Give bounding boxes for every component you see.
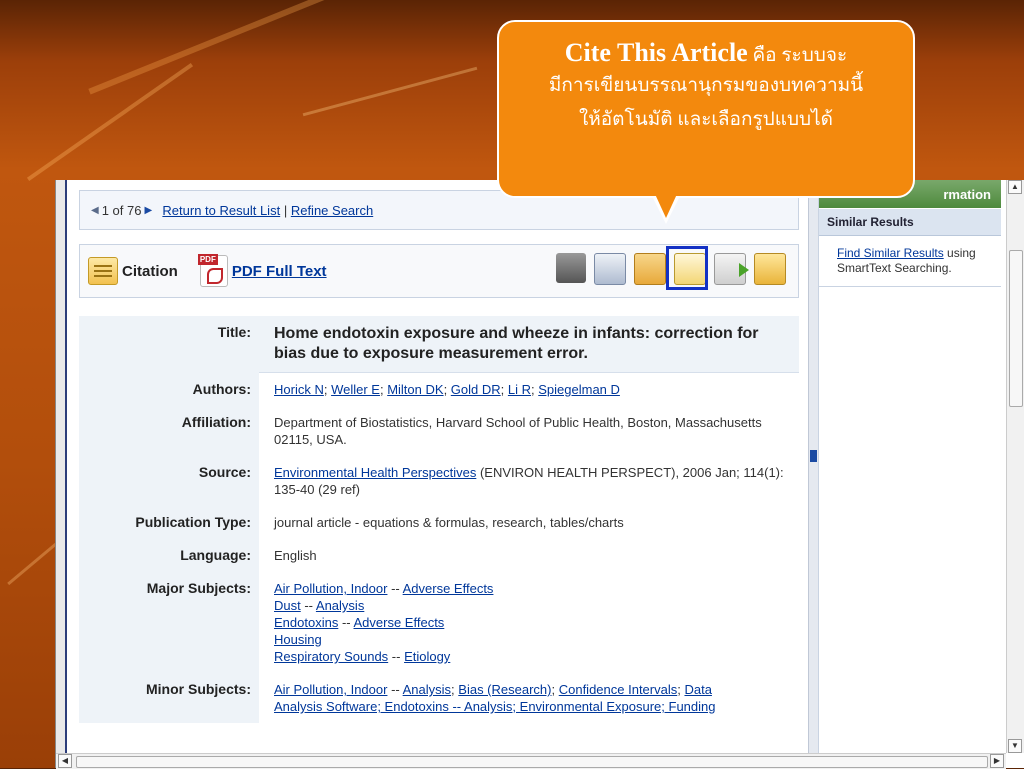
language-row: Language: English xyxy=(79,539,799,572)
print-icon[interactable] xyxy=(556,253,586,283)
affiliation-value: Department of Biostatistics, Harvard Sch… xyxy=(274,415,762,447)
right-panel: rmation Similar Results Find Similar Res… xyxy=(818,180,1001,753)
find-similar-results-link[interactable]: Find Similar Results xyxy=(837,246,944,260)
author-link[interactable]: Li R xyxy=(508,382,531,397)
subject-link[interactable]: Data xyxy=(684,682,711,697)
subject-link[interactable]: Analysis xyxy=(403,682,451,697)
decor-streak xyxy=(302,66,478,117)
subject-link[interactable]: Bias (Research) xyxy=(458,682,551,697)
subject-link[interactable]: Endotoxins xyxy=(274,615,338,630)
callout-heading: Cite This Article xyxy=(564,38,748,67)
source-row: Source: Environmental Health Perspective… xyxy=(79,456,799,506)
author-link[interactable]: Weller E xyxy=(331,382,380,397)
subject-link[interactable]: Air Pollution, Indoor xyxy=(274,682,387,697)
cite-callout: Cite This Article คือ ระบบจะ มีการเขียนบ… xyxy=(497,20,915,198)
record-toolbar: Citation PDF Full Text xyxy=(79,244,799,298)
email-icon[interactable] xyxy=(594,253,626,285)
record-content: ◀ 1 of 76 ▶ Return to Result List | Refi… xyxy=(79,190,799,753)
field-label: Minor Subjects: xyxy=(79,673,259,723)
left-frame-strip xyxy=(56,180,67,753)
field-label: Title: xyxy=(79,316,259,373)
journal-link[interactable]: Environmental Health Perspectives xyxy=(274,465,476,480)
pdf-icon xyxy=(197,254,228,287)
field-label: Major Subjects: xyxy=(79,572,259,673)
export-icon[interactable] xyxy=(714,253,749,285)
pdf-full-text[interactable]: PDF Full Text xyxy=(197,254,327,287)
publication-type-row: Publication Type: journal article - equa… xyxy=(79,506,799,539)
affiliation-row: Affiliation: Department of Biostatistics… xyxy=(79,406,799,456)
scroll-left-icon[interactable]: ◀ xyxy=(58,754,72,768)
save-icon[interactable] xyxy=(634,253,666,285)
minor-subjects-value: Air Pollution, Indoor -- Analysis; Bias … xyxy=(274,682,716,714)
decor-streak xyxy=(88,0,332,95)
publication-type-value: journal article - equations & formulas, … xyxy=(274,515,624,530)
nav-separator: | xyxy=(283,202,288,218)
cite-highlight-box xyxy=(666,246,708,290)
source-value: Environmental Health Perspectives (ENVIR… xyxy=(259,456,799,506)
title-row: Title: Home endotoxin exposure and wheez… xyxy=(79,316,799,373)
citation-tab[interactable]: Citation xyxy=(88,257,192,285)
author-link[interactable]: Horick N xyxy=(274,382,324,397)
browser-screenshot: ◀ 1 of 76 ▶ Return to Result List | Refi… xyxy=(55,180,1024,769)
hscroll-thumb[interactable] xyxy=(76,756,988,768)
refine-search-link[interactable]: Refine Search xyxy=(291,203,373,218)
subject-link[interactable]: Housing xyxy=(274,632,322,647)
field-label: Authors: xyxy=(79,373,259,406)
citation-label: Citation xyxy=(122,262,178,280)
horizontal-scrollbar[interactable]: ◀ ▶ xyxy=(56,753,1006,769)
field-label: Publication Type: xyxy=(79,506,259,539)
subject-link[interactable]: Respiratory Sounds xyxy=(274,649,388,664)
scroll-right-icon[interactable]: ▶ xyxy=(990,754,1004,768)
major-subjects-value: Air Pollution, Indoor -- Adverse Effects… xyxy=(274,581,494,664)
callout-line1-rest: คือ ระบบจะ xyxy=(752,45,848,66)
vertical-scrollbar[interactable]: ▲ ▼ xyxy=(1006,180,1024,753)
author-link[interactable]: Spiegelman D xyxy=(538,382,620,397)
record-details: Title: Home endotoxin exposure and wheez… xyxy=(79,316,799,723)
subject-link[interactable]: Analysis xyxy=(316,598,364,613)
result-position: 1 of 76 xyxy=(101,202,142,218)
authors-row: Authors: Horick N; Weller E; Milton DK; … xyxy=(79,373,799,406)
subject-link[interactable]: Confidence Intervals xyxy=(559,682,678,697)
similar-results-heading: Similar Results xyxy=(819,208,1001,236)
field-label: Source: xyxy=(79,456,259,506)
scroll-up-icon[interactable]: ▲ xyxy=(1008,180,1022,194)
subject-link[interactable]: Dust xyxy=(274,598,301,613)
major-subjects-row: Major Subjects: Air Pollution, Indoor --… xyxy=(79,572,799,673)
next-arrow-icon[interactable]: ▶ xyxy=(144,205,152,216)
language-value: English xyxy=(274,548,317,563)
callout-line2: มีการเขียนบรรณานุกรมของบทความนี้ xyxy=(548,75,864,96)
authors-value: Horick N; Weller E; Milton DK; Gold DR; … xyxy=(274,382,620,397)
scroll-down-icon[interactable]: ▼ xyxy=(1008,739,1022,753)
field-label: Affiliation: xyxy=(79,406,259,456)
collapse-arrow-icon[interactable] xyxy=(810,450,817,462)
field-label: Language: xyxy=(79,539,259,572)
minor-subjects-row: Minor Subjects: Air Pollution, Indoor --… xyxy=(79,673,799,723)
prev-arrow-icon[interactable]: ◀ xyxy=(91,205,99,216)
folder-icon[interactable] xyxy=(754,253,786,285)
citation-icon xyxy=(88,257,118,285)
subject-link[interactable]: Etiology xyxy=(404,649,450,664)
subject-link[interactable]: Air Pollution, Indoor xyxy=(274,581,387,596)
subject-link[interactable]: Adverse Effects xyxy=(354,615,445,630)
scroll-thumb[interactable] xyxy=(1009,250,1023,407)
return-to-result-list-link[interactable]: Return to Result List xyxy=(162,203,280,218)
subject-link[interactable]: Adverse Effects xyxy=(403,581,494,596)
panel-splitter[interactable] xyxy=(808,180,818,753)
similar-results-body: Find Similar Results using SmartText Sea… xyxy=(819,236,1001,287)
article-title: Home endotoxin exposure and wheeze in in… xyxy=(259,316,799,373)
subject-link[interactable]: Analysis Software; Endotoxins -- Analysi… xyxy=(274,699,716,714)
callout-pointer-fill xyxy=(655,194,677,218)
callout-line1: Cite This Article คือ ระบบจะ xyxy=(499,40,913,69)
callout-line3: ให้อัตโนมัติ และเลือกรูปแบบได้ xyxy=(578,109,834,130)
pdf-full-text-link[interactable]: PDF Full Text xyxy=(232,263,327,280)
author-link[interactable]: Gold DR xyxy=(451,382,501,397)
author-link[interactable]: Milton DK xyxy=(387,382,443,397)
